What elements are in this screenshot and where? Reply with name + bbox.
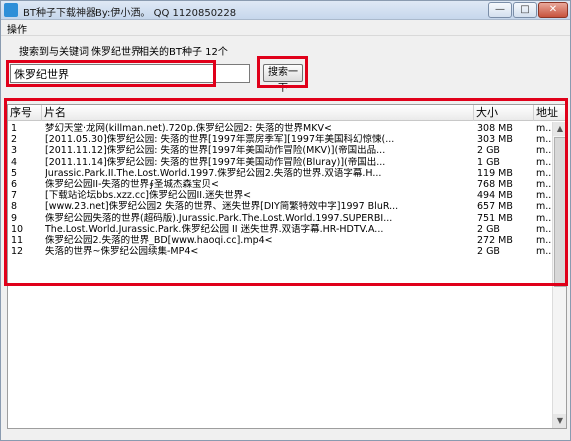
- search-input-highlight: [6, 60, 216, 87]
- menu-bar: 操作: [1, 20, 570, 36]
- close-button[interactable]: ✕: [538, 2, 568, 18]
- minimize-button[interactable]: —: [488, 2, 512, 18]
- window-title: BT种子下载神器: [23, 8, 96, 19]
- result-count: 相关的BT种子 12个: [139, 47, 228, 58]
- keyword-value: 侏罗纪世界: [91, 47, 141, 58]
- keyword-label: 搜索到与关键词: [19, 47, 89, 58]
- scroll-down-icon[interactable]: ▼: [553, 414, 566, 428]
- window-author: By:伊小洒。 QQ 1120850228: [95, 8, 237, 19]
- title-bar: BT种子下载神器 By:伊小洒。 QQ 1120850228 — □ ✕: [1, 1, 570, 20]
- results-highlight: [4, 98, 568, 286]
- app-window: BT种子下载神器 By:伊小洒。 QQ 1120850228 — □ ✕ 操作 …: [0, 0, 571, 441]
- menu-operate[interactable]: 操作: [7, 21, 27, 36]
- maximize-button[interactable]: □: [513, 2, 537, 18]
- search-button-highlight: [257, 56, 308, 88]
- app-icon: [4, 3, 18, 17]
